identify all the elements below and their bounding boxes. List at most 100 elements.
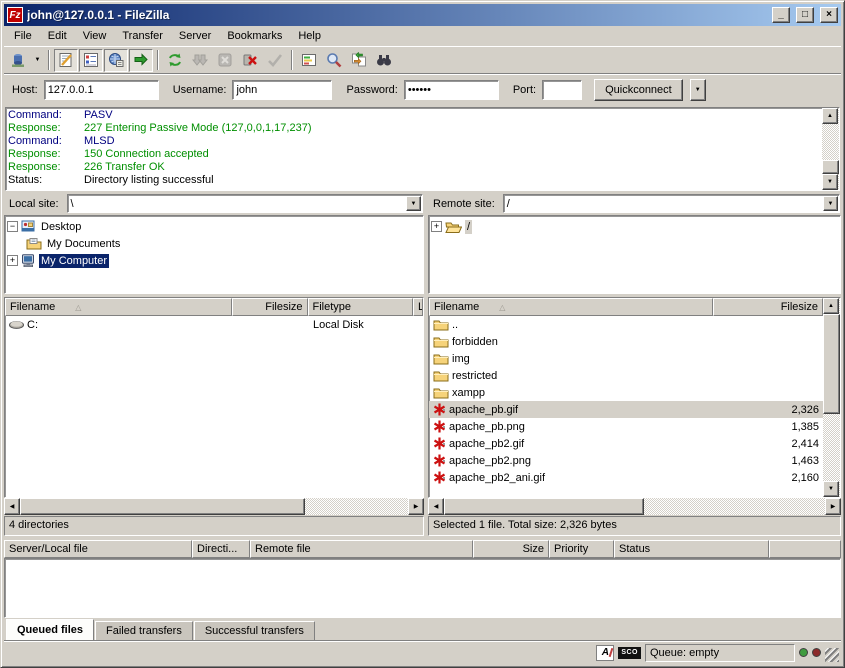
toggle-transfer-queue-button[interactable]	[129, 49, 153, 72]
log-vertical-scrollbar[interactable]: ▲ ▼	[822, 108, 839, 190]
local-horizontal-scrollbar[interactable]: ◀ ▶	[4, 498, 424, 515]
local-site-dropdown-button[interactable]: ▼	[406, 196, 421, 211]
remote-file-row[interactable]: ..	[429, 316, 823, 333]
menu-help[interactable]: Help	[290, 28, 329, 44]
activity-led-green-icon	[799, 648, 808, 657]
column-header-size[interactable]: Size	[473, 540, 549, 558]
remote-file-row[interactable]: apache_pb2_ani.gif 2,160	[429, 469, 823, 486]
collapse-icon[interactable]: −	[7, 221, 18, 232]
column-header-priority[interactable]: Priority	[549, 540, 614, 558]
password-label: Password:	[346, 84, 397, 96]
scroll-up-icon[interactable]: ▲	[823, 298, 839, 314]
transfer-queue-list[interactable]	[4, 558, 841, 618]
menu-bookmarks[interactable]: Bookmarks	[219, 28, 290, 44]
menu-transfer[interactable]: Transfer	[114, 28, 171, 44]
remote-list-body: .. forbidden img restricted	[429, 316, 823, 497]
column-header-filename[interactable]: Filename△	[429, 298, 713, 316]
remote-horizontal-scrollbar[interactable]: ◀ ▶	[428, 498, 841, 515]
message-log-icon	[58, 52, 74, 68]
disconnect-button[interactable]	[238, 49, 262, 72]
column-header-remote-file[interactable]: Remote file	[250, 540, 473, 558]
column-header-filename[interactable]: Filename△	[5, 298, 232, 316]
remote-file-row-selected[interactable]: apache_pb.gif 2,326	[429, 401, 823, 418]
remote-file-row[interactable]: restricted	[429, 367, 823, 384]
menu-server[interactable]: Server	[171, 28, 219, 44]
toggle-local-tree-button[interactable]	[79, 49, 103, 72]
host-input[interactable]	[44, 80, 159, 100]
menu-file[interactable]: File	[6, 28, 40, 44]
toolbar-separator	[157, 50, 159, 70]
remote-file-row[interactable]: apache_pb.png 1,385	[429, 418, 823, 435]
quickconnect-dropdown-button[interactable]: ▼	[690, 79, 706, 101]
scrollbar-thumb[interactable]	[444, 498, 644, 515]
filter-button[interactable]	[297, 49, 321, 72]
my-computer-icon	[21, 254, 36, 267]
reconnect-button[interactable]	[263, 49, 287, 72]
synchronized-browsing-button[interactable]	[347, 49, 371, 72]
remote-site-combo[interactable]: / ▼	[503, 194, 840, 213]
remote-file-row[interactable]: apache_pb2.png 1,463	[429, 452, 823, 469]
scrollbar-thumb[interactable]	[822, 160, 839, 174]
quickconnect-button[interactable]: Quickconnect	[594, 79, 683, 101]
directory-comparison-button[interactable]	[372, 49, 396, 72]
expand-icon[interactable]: +	[7, 255, 18, 266]
column-header-server-local-file[interactable]: Server/Local file	[4, 540, 192, 558]
menu-bar: File Edit View Transfer Server Bookmarks…	[4, 26, 841, 46]
log-line: Response:227 Entering Passive Mode (127,…	[8, 122, 820, 135]
scroll-right-icon[interactable]: ▶	[408, 498, 424, 515]
remote-file-row[interactable]: forbidden	[429, 333, 823, 350]
remote-vertical-scrollbar[interactable]: ▲ ▼	[823, 298, 840, 497]
column-header-last-modified[interactable]: L	[413, 298, 423, 316]
window-title: john@127.0.0.1 - FileZilla	[27, 8, 766, 22]
toggle-message-log-button[interactable]	[54, 49, 78, 72]
scroll-down-icon[interactable]: ▼	[823, 481, 839, 497]
tree-item-desktop[interactable]: − Desktop	[7, 218, 423, 235]
site-manager-dropdown-button[interactable]: ▼	[31, 49, 44, 72]
local-file-row[interactable]: C: Local Disk	[5, 316, 423, 333]
local-pane: Local site: \ ▼ − Desktop My Documents	[4, 193, 424, 536]
process-queue-button[interactable]	[188, 49, 212, 72]
search-button[interactable]	[322, 49, 346, 72]
scrollbar-thumb[interactable]	[823, 314, 840, 414]
column-header-filesize[interactable]: Filesize	[713, 298, 823, 316]
column-header-status[interactable]: Status	[614, 540, 769, 558]
tree-item-my-documents[interactable]: My Documents	[7, 235, 423, 252]
maximize-button[interactable]: □	[796, 7, 814, 23]
filezilla-logo-icon[interactable]: Fz	[7, 7, 23, 23]
column-header-direction[interactable]: Directi...	[192, 540, 250, 558]
username-input[interactable]	[232, 80, 332, 100]
tree-item-my-computer[interactable]: + My Computer	[7, 252, 423, 269]
menu-view[interactable]: View	[75, 28, 115, 44]
remote-file-row[interactable]: xampp	[429, 384, 823, 401]
resize-grip[interactable]	[825, 648, 839, 662]
sco-indicator-icon[interactable]: SCO	[618, 647, 641, 659]
scroll-down-icon[interactable]: ▼	[822, 174, 838, 190]
refresh-button[interactable]	[163, 49, 187, 72]
column-header-filetype[interactable]: Filetype	[308, 298, 414, 316]
cancel-button[interactable]	[213, 49, 237, 72]
password-input[interactable]	[404, 80, 499, 100]
tree-item-root[interactable]: + /	[431, 218, 840, 235]
remote-site-dropdown-button[interactable]: ▼	[823, 196, 838, 211]
scroll-left-icon[interactable]: ◀	[4, 498, 20, 515]
menu-edit[interactable]: Edit	[40, 28, 75, 44]
scroll-right-icon[interactable]: ▶	[825, 498, 841, 515]
remote-file-row[interactable]: img	[429, 350, 823, 367]
column-header-filesize[interactable]: Filesize	[232, 298, 308, 316]
ascii-transfer-type-icon[interactable]: A	[596, 645, 614, 661]
folder-icon	[433, 352, 449, 365]
tab-failed-transfers[interactable]: Failed transfers	[95, 621, 193, 640]
scroll-left-icon[interactable]: ◀	[428, 498, 444, 515]
site-manager-button[interactable]	[6, 49, 30, 72]
minimize-button[interactable]: _	[772, 7, 790, 23]
port-input[interactable]	[542, 80, 582, 100]
toggle-remote-tree-button[interactable]	[104, 49, 128, 72]
remote-file-row[interactable]: apache_pb2.gif 2,414	[429, 435, 823, 452]
local-site-combo[interactable]: \ ▼	[67, 194, 423, 213]
tab-successful-transfers[interactable]: Successful transfers	[194, 621, 315, 640]
scrollbar-thumb[interactable]	[20, 498, 305, 515]
scroll-up-icon[interactable]: ▲	[822, 108, 838, 124]
tab-queued-files[interactable]: Queued files	[6, 619, 94, 640]
expand-icon[interactable]: +	[431, 221, 442, 232]
close-button[interactable]: ×	[820, 7, 838, 23]
